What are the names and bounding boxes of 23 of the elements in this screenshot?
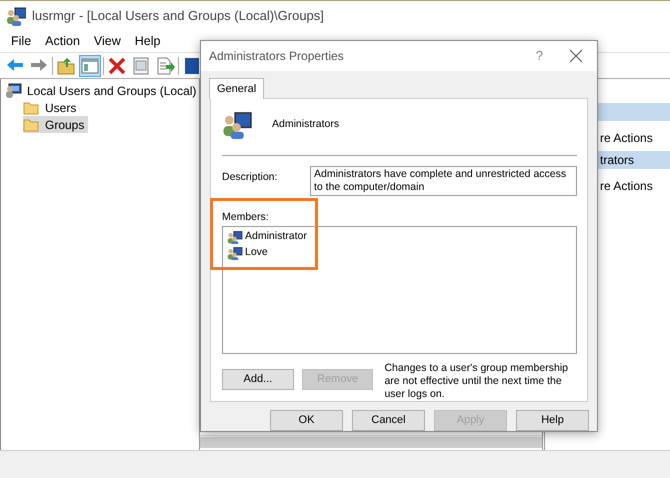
menu-item[interactable]: File <box>4 32 38 50</box>
member-item[interactable]: Love <box>227 245 268 261</box>
menu-item[interactable]: View <box>86 32 128 50</box>
description-field[interactable]: Administrators have complete and unrestricted access to the computer/domain <box>310 166 577 196</box>
member-item[interactable]: Administrator <box>227 229 307 245</box>
menu-item[interactable]: Help <box>128 32 168 50</box>
field-label: Members: <box>222 210 270 225</box>
tab[interactable]: General <box>209 78 264 99</box>
tree-item[interactable]: Users <box>23 99 80 116</box>
dialog-button[interactable]: Help <box>516 410 589 431</box>
tree-item[interactable]: Groups <box>23 116 88 133</box>
help-button[interactable]: ? <box>536 46 543 66</box>
window-title: lusrmgr - [Local Users and Groups (Local)\Groups] <box>32 6 324 25</box>
members-list[interactable]: Administrator Love <box>222 226 577 354</box>
group-name: Administrators <box>272 117 340 132</box>
dialog-title: Administrators Properties <box>209 48 344 65</box>
tree-item[interactable]: Local Users and Groups (Local) <box>5 82 200 99</box>
member-button[interactable]: Add... <box>222 369 294 390</box>
dialog-button[interactable]: Cancel <box>352 410 425 431</box>
menu-item[interactable]: Action <box>38 32 87 50</box>
field-label: Description: <box>222 170 278 185</box>
dialog-button[interactable]: OK <box>270 410 343 431</box>
note-text: Changes to a user's group membership are not effective until the next time the user logs on. <box>384 362 569 401</box>
